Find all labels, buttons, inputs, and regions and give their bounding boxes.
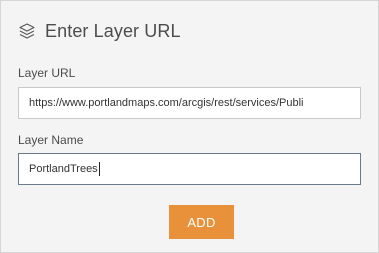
panel-title: Enter Layer URL [45, 20, 181, 41]
layer-name-label: Layer Name [18, 133, 84, 147]
add-button[interactable]: ADD [169, 205, 234, 239]
text-caret [98, 162, 100, 176]
layer-url-value: https://www.portlandmaps.com/arcgis/rest… [29, 97, 304, 109]
layer-name-input[interactable]: PortlandTrees [18, 153, 361, 185]
layer-url-label: Layer URL [18, 66, 76, 80]
layer-url-input[interactable]: https://www.portlandmaps.com/arcgis/rest… [18, 87, 361, 119]
panel-header: Enter Layer URL [18, 18, 181, 44]
layers-icon [18, 22, 36, 40]
enter-layer-url-panel: Enter Layer URL Layer URL https://www.po… [0, 0, 379, 253]
layer-name-value: PortlandTrees [29, 163, 98, 175]
